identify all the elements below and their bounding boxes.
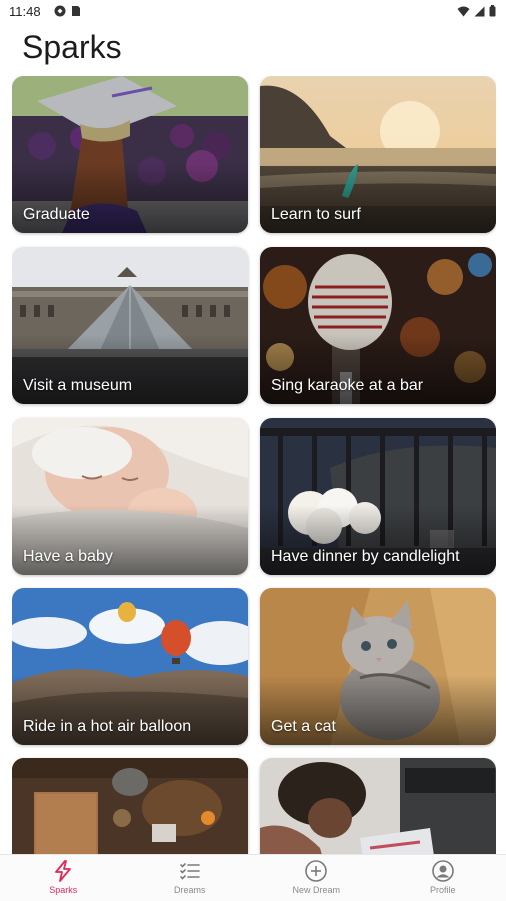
card-label: Have a baby <box>23 548 113 566</box>
person-with-laptop-photo <box>260 758 496 854</box>
kitchen-table-photo <box>12 758 248 854</box>
nav-new-dream[interactable]: New Dream <box>253 855 380 901</box>
card-label: Visit a museum <box>23 377 132 395</box>
nav-profile-label: Profile <box>430 885 456 895</box>
nav-sparks-label: Sparks <box>49 885 77 895</box>
spark-card-sing-karaoke[interactable]: Sing karaoke at a bar <box>260 247 496 404</box>
card-label: Have dinner by candlelight <box>271 548 460 566</box>
wifi-icon <box>457 6 470 17</box>
profile-icon <box>431 859 455 883</box>
page-title: Sparks <box>22 29 122 66</box>
spark-card-learn-to-surf[interactable]: Learn to surf <box>260 76 496 233</box>
nav-dreams-label: Dreams <box>174 885 206 895</box>
spark-card-laptop[interactable] <box>260 758 496 854</box>
app-notification-icon <box>54 5 66 17</box>
bottom-navigation: Sparks Dreams New Dream Profile <box>0 854 506 901</box>
card-label: Sing karaoke at a bar <box>271 377 423 395</box>
card-label: Get a cat <box>271 718 336 736</box>
card-label: Learn to surf <box>271 206 361 224</box>
nav-sparks[interactable]: Sparks <box>0 855 127 901</box>
spark-card-dinner-by-candlelight[interactable]: Have dinner by candlelight <box>260 418 496 575</box>
cell-signal-icon <box>474 6 485 17</box>
lightning-bolt-icon <box>51 859 75 883</box>
spark-card-have-a-baby[interactable]: Have a baby <box>12 418 248 575</box>
card-label: Graduate <box>23 206 90 224</box>
nav-profile[interactable]: Profile <box>380 855 506 901</box>
sparks-grid[interactable]: Graduate Learn to surf <box>12 76 496 854</box>
nav-new-dream-label: New Dream <box>292 885 340 895</box>
status-time: 11:48 <box>9 4 41 19</box>
card-label: Ride in a hot air balloon <box>23 718 191 736</box>
spark-card-get-a-cat[interactable]: Get a cat <box>260 588 496 745</box>
spark-card-kitchen[interactable] <box>12 758 248 854</box>
status-bar: 11:48 <box>0 0 506 26</box>
add-circle-icon <box>304 859 328 883</box>
nav-dreams[interactable]: Dreams <box>127 855 254 901</box>
spark-card-visit-a-museum[interactable]: Visit a museum <box>12 247 248 404</box>
checklist-icon <box>178 859 202 883</box>
sd-card-icon <box>71 5 81 17</box>
battery-icon <box>489 5 496 17</box>
spark-card-graduate[interactable]: Graduate <box>12 76 248 233</box>
spark-card-hot-air-balloon[interactable]: Ride in a hot air balloon <box>12 588 248 745</box>
